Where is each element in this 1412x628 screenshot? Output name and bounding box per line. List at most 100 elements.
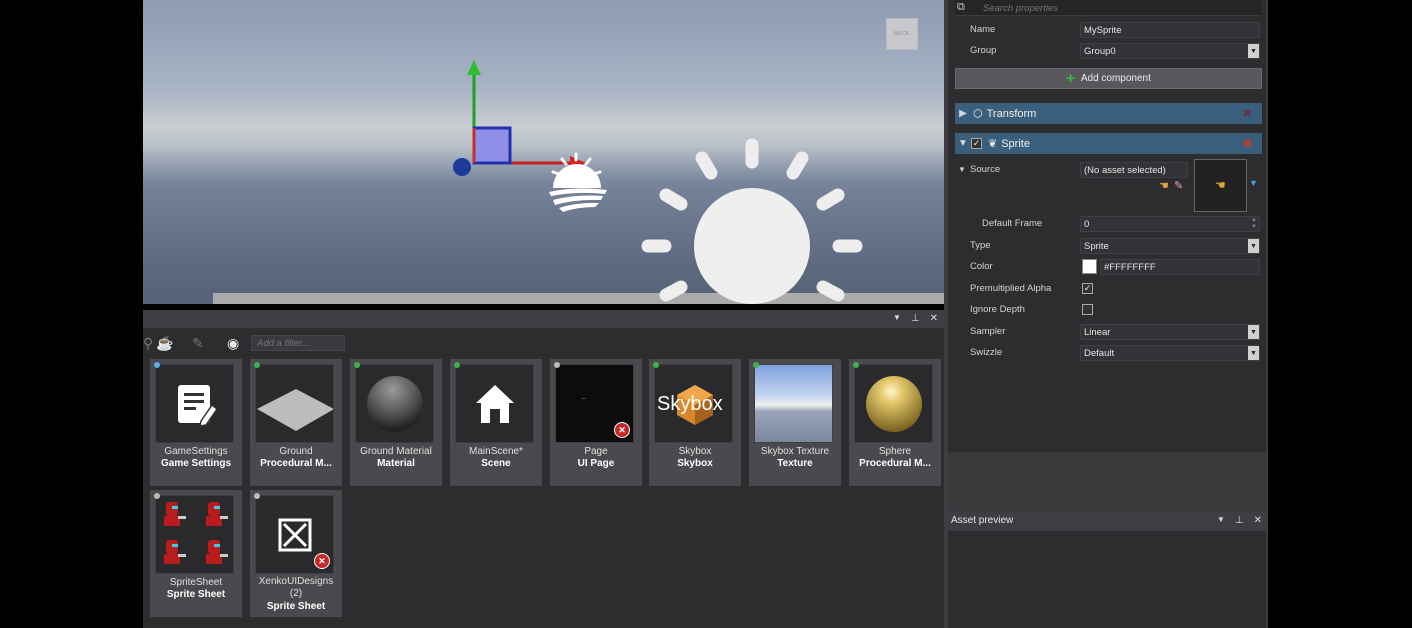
asset-type: Procedural M... <box>260 458 332 469</box>
search-icon[interactable]: ⚲ <box>143 335 153 352</box>
sprite-enabled-checkbox[interactable]: ✓ <box>971 138 982 149</box>
asset-tile[interactable]: Sphere Procedural M... <box>849 359 941 486</box>
filter-properties-icon[interactable]: ⧉ <box>957 1 971 14</box>
color-swatch[interactable] <box>1082 259 1097 274</box>
color-field[interactable]: #FFFFFFFF <box>1100 259 1260 275</box>
eye-icon[interactable]: ◉ <box>227 335 239 352</box>
status-dot <box>154 493 160 499</box>
property-grid-footer <box>948 452 1268 511</box>
back-button[interactable]: BACK <box>886 18 918 50</box>
swizzle-select[interactable]: Default ▼ <box>1080 345 1260 361</box>
asset-tile[interactable]: GameSettings Game Settings <box>150 359 242 486</box>
asset-preview-header: Asset preview ▼ ⊥ ✕ <box>948 511 1268 531</box>
add-component-label: Add component <box>1080 73 1151 84</box>
default-frame-field[interactable]: 0 ▲ ▼ <box>1080 216 1260 232</box>
ignore-depth-checkbox[interactable] <box>1082 304 1093 315</box>
search-properties-input[interactable] <box>983 1 1253 15</box>
pencil-icon[interactable]: ✎ <box>192 335 204 352</box>
premultiplied-alpha-checkbox[interactable]: ✓ <box>1082 283 1093 294</box>
spinner-icon[interactable]: ▲ ▼ <box>1251 217 1257 231</box>
asset-name: Ground <box>279 446 313 457</box>
asset-toolbar: ⚲ ☕ ✎ ◉ <box>143 332 944 354</box>
cube-icon: ⬡ <box>973 108 983 120</box>
asset-thumbnail <box>255 364 334 443</box>
source-label: Source <box>970 164 1001 175</box>
chevron-down-icon[interactable]: ▼ <box>1248 44 1259 58</box>
type-select[interactable]: Sprite ▼ <box>1080 238 1260 254</box>
status-dot <box>454 362 460 368</box>
expand-arrow-icon[interactable]: ▶ <box>955 108 971 119</box>
source-field[interactable]: (No asset selected) <box>1080 162 1188 178</box>
asset-tile[interactable]: ✕ XenkoUIDesigns (2) Sprite Sheet <box>250 490 342 617</box>
panel-border <box>1266 0 1268 628</box>
name-label: Name <box>970 24 996 35</box>
collapse-arrow-icon[interactable]: ▼ <box>955 138 971 149</box>
pick-asset-icon[interactable]: ☚ <box>1159 179 1169 192</box>
name-row: Name MySprite <box>948 21 1268 39</box>
home-icon <box>476 385 514 423</box>
group-label: Group <box>970 45 997 56</box>
close-icon[interactable]: ✕ <box>1254 515 1262 526</box>
asset-tile[interactable]: SpriteSheet Sprite Sheet <box>150 490 242 617</box>
asset-thumbnail <box>455 364 534 443</box>
add-component-button[interactable]: + Add component <box>955 68 1262 89</box>
asset-tile[interactable]: Skybox Texture Texture <box>749 359 841 486</box>
transform-component-header[interactable]: ▶ ⬡ Transform ✖ <box>955 103 1262 124</box>
pin-icon[interactable]: ⊥ <box>1235 515 1244 526</box>
material-sphere-icon <box>367 376 423 432</box>
asset-name: MainScene* <box>469 446 523 457</box>
chevron-down-icon[interactable]: ▼ <box>1248 325 1259 339</box>
sampler-value: Linear <box>1084 327 1111 338</box>
color-label: Color <box>970 261 993 272</box>
asset-name: Skybox <box>678 446 712 457</box>
asset-type: UI Page <box>577 458 615 469</box>
clear-asset-icon[interactable]: ✎ <box>1174 179 1183 192</box>
asset-tile[interactable]: – ✕ Page UI Page <box>550 359 642 486</box>
group-value: Group0 <box>1084 46 1116 57</box>
asset-type: Procedural M... <box>859 458 931 469</box>
asset-name: SpriteSheet <box>169 577 223 588</box>
swizzle-value: Default <box>1084 348 1115 359</box>
butterfly-icon: ❦ <box>988 138 998 150</box>
pin-icon[interactable]: ⊥ <box>911 313 920 324</box>
asset-tile[interactable]: Ground Material Material <box>350 359 442 486</box>
asset-filter-input[interactable] <box>251 335 345 351</box>
chevron-down-icon[interactable]: ▼ <box>1248 346 1259 360</box>
asset-thumbnail <box>754 364 833 443</box>
chevron-down-icon[interactable]: ▼ <box>1248 239 1259 253</box>
pane-menu-icon[interactable]: ▼ <box>1217 515 1225 526</box>
type-row: Type Sprite ▼ <box>948 237 1268 255</box>
group-select[interactable]: Group0 ▼ <box>1080 43 1260 59</box>
sampler-select[interactable]: Linear ▼ <box>1080 324 1260 340</box>
asset-name: Skybox Texture <box>760 446 830 457</box>
sphere-icon <box>866 376 922 432</box>
pane-menu-icon[interactable]: ▼ <box>893 313 901 324</box>
transform-label: Transform <box>986 107 1037 120</box>
default-frame-value: 0 <box>1084 219 1090 230</box>
name-field[interactable]: MySprite <box>1080 22 1260 38</box>
asset-type: Material <box>377 458 415 469</box>
default-frame-label: Default Frame <box>982 218 1043 229</box>
status-dot <box>653 362 659 368</box>
asset-view: ▼ ⊥ ✕ ⚲ ☕ ✎ ◉ GameSettings Game Settings <box>143 310 944 628</box>
asset-name: Ground Material <box>360 446 432 457</box>
error-icon: ✕ <box>614 422 630 438</box>
remove-sprite-icon[interactable]: ✖ <box>1243 137 1252 150</box>
scene-viewport[interactable]: BACK <box>143 0 944 304</box>
dropdown-arrow-icon[interactable]: ▼ <box>1249 178 1258 188</box>
sampler-row: Sampler Linear ▼ <box>948 323 1268 341</box>
sprite-label: Sprite <box>1001 137 1030 150</box>
status-dot <box>254 493 260 499</box>
teapot-icon[interactable]: ☕ <box>156 335 173 352</box>
asset-type: Game Settings <box>160 458 232 469</box>
asset-tile[interactable]: Ground Procedural M... <box>250 359 342 486</box>
sprite-component-header[interactable]: ▼ ✓ ❦ Sprite ✖ <box>955 133 1262 154</box>
source-thumbnail[interactable]: ☚ <box>1194 159 1247 212</box>
hand-cursor-icon: ☚ <box>1215 178 1226 192</box>
close-icon[interactable]: ✕ <box>930 313 938 324</box>
property-search-bar: ⧉ <box>955 0 1261 16</box>
asset-tile[interactable]: MainScene* Scene <box>450 359 542 486</box>
asset-thumbnail <box>355 364 434 443</box>
expand-source-icon[interactable]: ▼ <box>958 165 966 174</box>
asset-tile[interactable]: Skybox Skybox Skybox <box>649 359 741 486</box>
